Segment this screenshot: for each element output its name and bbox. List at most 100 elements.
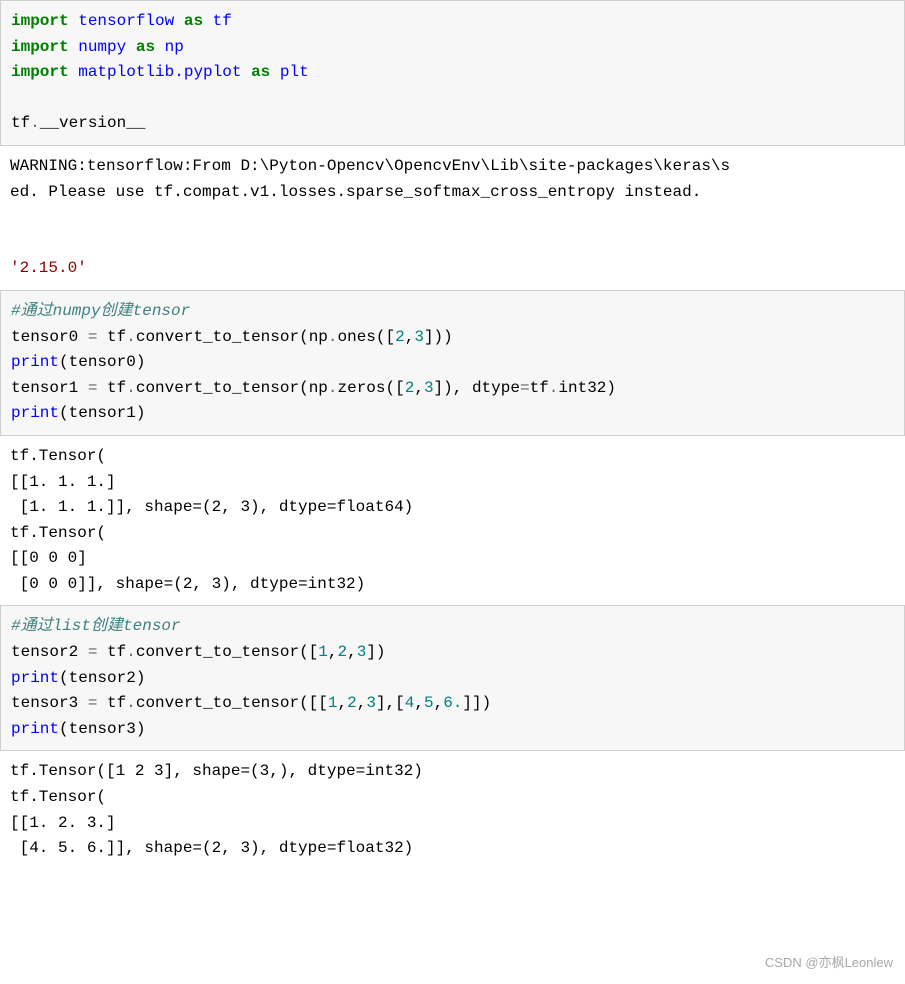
lbracket: ([[: [299, 694, 328, 712]
output-cell-2: tf.Tensor( [[1. 1. 1.] [1. 1. 1.]], shap…: [0, 436, 905, 606]
comma: ,: [357, 694, 367, 712]
module-tensorflow: tensorflow: [78, 12, 174, 30]
code-cell-3: #通过list创建tensor tensor2 = tf.convert_to_…: [0, 605, 905, 751]
rbracket: ]): [366, 643, 385, 661]
rbracket: ])): [424, 328, 453, 346]
output-cell-3: tf.Tensor([1 2 3], shape=(3,), dtype=int…: [0, 751, 905, 869]
num-3: 3: [414, 328, 424, 346]
comma: ,: [347, 643, 357, 661]
num-2: 2: [338, 643, 348, 661]
comma: ,: [414, 694, 424, 712]
dot: .: [549, 379, 559, 397]
version-output: '2.15.0': [10, 259, 87, 277]
lbracket: ([: [386, 379, 405, 397]
module-numpy: numpy: [78, 38, 126, 56]
code-cell-1: import tensorflow as tf import numpy as …: [0, 0, 905, 146]
var-tensor1: tensor1: [11, 379, 88, 397]
keyword-import: import: [11, 12, 69, 30]
fn-print: print: [11, 404, 59, 422]
fn-print: print: [11, 353, 59, 371]
comma: ,: [405, 328, 415, 346]
module-matplotlib: matplotlib.pyplot: [78, 63, 241, 81]
fn-convert: convert_to_tensor: [136, 379, 299, 397]
keyword-as: as: [136, 38, 155, 56]
lparen: (: [299, 328, 309, 346]
comma: ,: [434, 694, 444, 712]
name-np: np: [309, 328, 328, 346]
op-eq: =: [520, 379, 530, 397]
num-2: 2: [347, 694, 357, 712]
print-arg: (tensor0): [59, 353, 145, 371]
rbracket: ]]): [462, 694, 491, 712]
alias-plt: plt: [280, 63, 309, 81]
fn-print: print: [11, 669, 59, 687]
alias-np: np: [165, 38, 184, 56]
tensor-output-3: tf.Tensor([1 2 3], shape=(3,), dtype=int…: [10, 762, 423, 857]
tensor-output-2: tf.Tensor( [[1. 1. 1.] [1. 1. 1.]], shap…: [10, 447, 413, 593]
keyword-import: import: [11, 63, 69, 81]
num-6: 6.: [443, 694, 462, 712]
output-cell-1: WARNING:tensorflow:From D:\Pyton-Opencv\…: [0, 146, 905, 290]
lparen: (: [299, 379, 309, 397]
fn-ones: ones: [338, 328, 376, 346]
name-tf: tf: [97, 694, 126, 712]
dot: .: [30, 114, 40, 132]
warning-line-1: WARNING:tensorflow:From D:\Pyton-Opencv\…: [10, 157, 730, 175]
name-tf: tf: [11, 114, 30, 132]
version-attr: __version__: [40, 114, 146, 132]
watermark: CSDN @亦枫Leonlew: [765, 953, 893, 974]
alias-tf: tf: [213, 12, 232, 30]
comma: ,: [338, 694, 348, 712]
print-arg: (tensor1): [59, 404, 145, 422]
dot: .: [126, 643, 136, 661]
op-eq: =: [88, 694, 98, 712]
lbracket: ([: [376, 328, 395, 346]
num-5: 5: [424, 694, 434, 712]
rbracket-mid: ],[: [376, 694, 405, 712]
fn-zeros: zeros: [338, 379, 386, 397]
num-3: 3: [357, 643, 367, 661]
dot: .: [126, 694, 136, 712]
num-3: 3: [366, 694, 376, 712]
fn-convert: convert_to_tensor: [136, 328, 299, 346]
dot: .: [126, 379, 136, 397]
name-tf: tf: [97, 328, 126, 346]
keyword-as: as: [251, 63, 270, 81]
print-arg: (tensor3): [59, 720, 145, 738]
num-2: 2: [395, 328, 405, 346]
keyword-as: as: [184, 12, 203, 30]
var-tensor2: tensor2: [11, 643, 88, 661]
comma: ,: [328, 643, 338, 661]
name-tf: tf: [530, 379, 549, 397]
name-tf: tf: [97, 379, 126, 397]
code-cell-2: #通过numpy创建tensor tensor0 = tf.convert_to…: [0, 290, 905, 436]
num-4: 4: [405, 694, 415, 712]
comment-numpy-tensor: #通过numpy创建tensor: [11, 302, 190, 320]
dot: .: [328, 328, 338, 346]
fn-convert: convert_to_tensor: [136, 643, 299, 661]
type-int32: int32: [558, 379, 606, 397]
dot: .: [126, 328, 136, 346]
op-eq: =: [88, 328, 98, 346]
op-eq: =: [88, 643, 98, 661]
fn-print: print: [11, 720, 59, 738]
var-tensor3: tensor3: [11, 694, 88, 712]
rbracket-dtype: ]), dtype: [434, 379, 520, 397]
num-3: 3: [424, 379, 434, 397]
dot: .: [328, 379, 338, 397]
op-eq: =: [88, 379, 98, 397]
fn-convert: convert_to_tensor: [136, 694, 299, 712]
num-2: 2: [405, 379, 415, 397]
name-np: np: [309, 379, 328, 397]
num-1: 1: [328, 694, 338, 712]
comment-list-tensor: #通过list创建tensor: [11, 617, 181, 635]
print-arg: (tensor2): [59, 669, 145, 687]
num-1: 1: [318, 643, 328, 661]
comma: ,: [414, 379, 424, 397]
warning-line-2: ed. Please use tf.compat.v1.losses.spars…: [10, 183, 701, 201]
rparen: ): [606, 379, 616, 397]
keyword-import: import: [11, 38, 69, 56]
var-tensor0: tensor0: [11, 328, 88, 346]
lbracket: ([: [299, 643, 318, 661]
name-tf: tf: [97, 643, 126, 661]
